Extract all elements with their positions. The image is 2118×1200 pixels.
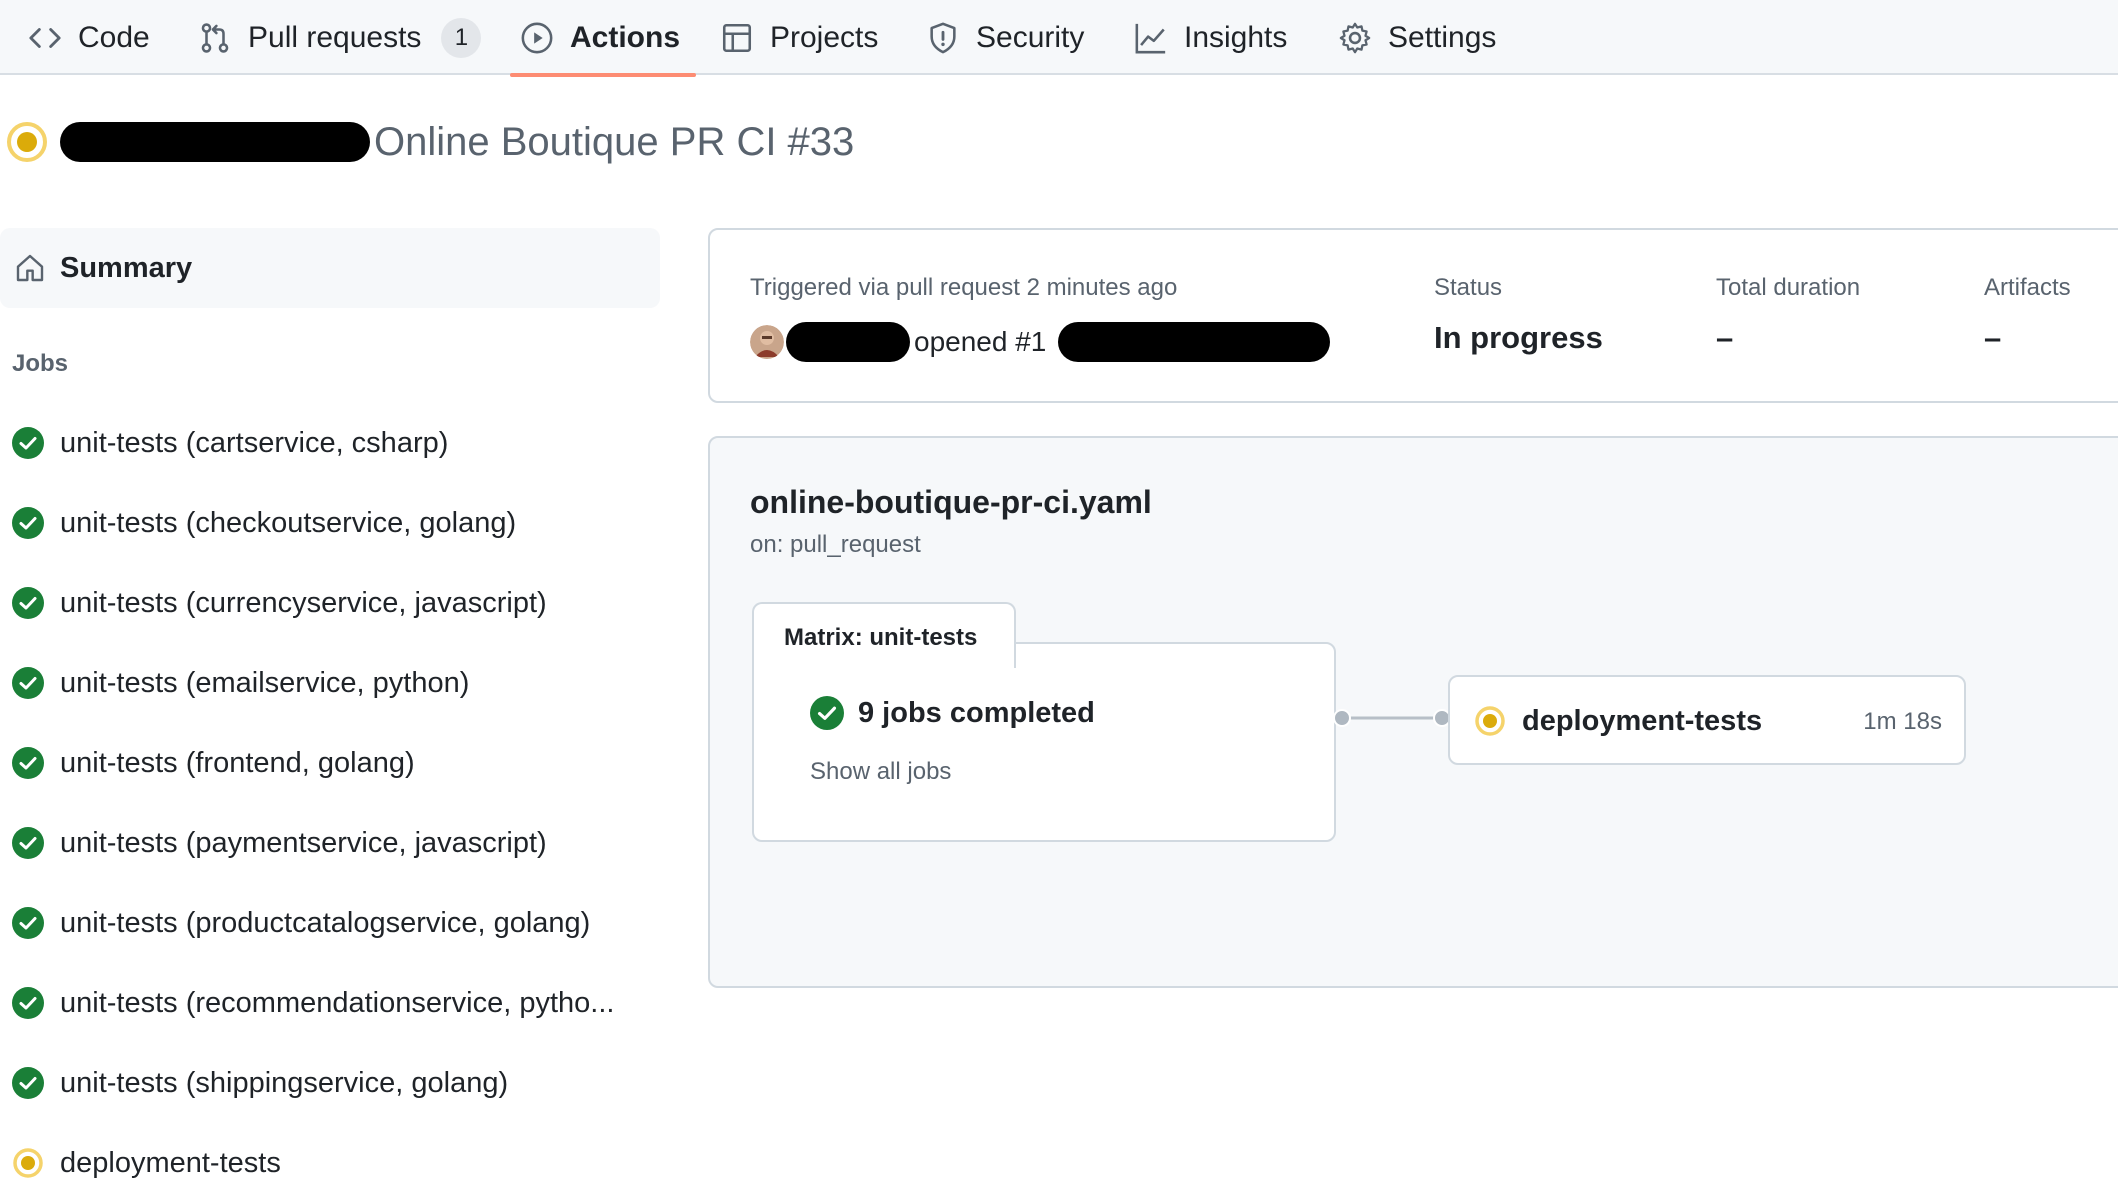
sidebar-job-label: unit-tests (shippingservice, golang) <box>60 1066 509 1099</box>
jobs-heading: Jobs <box>12 350 69 377</box>
in-progress-icon <box>7 122 47 162</box>
tab-insights-label: Insights <box>1184 20 1288 54</box>
tab-settings-label: Settings <box>1388 20 1497 54</box>
job-node-deployment-tests[interactable]: deployment-tests 1m 18s <box>1448 675 1966 765</box>
check-circle-icon <box>12 427 44 459</box>
graph-icon <box>1135 23 1166 53</box>
check-circle-icon <box>12 907 44 939</box>
sidebar-job[interactable]: deployment-tests <box>12 1141 281 1185</box>
tab-code[interactable]: Code <box>28 0 150 75</box>
artifacts-value: – <box>1984 320 2002 355</box>
git-pull-request-icon <box>201 22 229 53</box>
sidebar-job[interactable]: unit-tests (productcatalogservice, golan… <box>12 901 590 945</box>
sidebar-job-label: unit-tests (recommendationservice, pytho… <box>60 986 615 1019</box>
sidebar-job-label: unit-tests (checkoutservice, golang) <box>60 506 517 539</box>
run-summary-card: Triggered via pull request 2 minutes ago… <box>708 228 2118 403</box>
avatar[interactable] <box>750 325 784 359</box>
trigger-action: opened #1 <box>914 326 1047 357</box>
shield-icon <box>930 22 956 53</box>
artifacts-label: Artifacts <box>1984 274 2071 301</box>
check-circle-icon <box>12 827 44 859</box>
trigger-details: opened #1 <box>750 320 1331 364</box>
in-progress-icon <box>13 1148 43 1178</box>
redacted-username <box>786 322 910 362</box>
duration-label: Total duration <box>1716 274 1861 301</box>
status-value: In progress <box>1434 320 1603 355</box>
check-circle-icon <box>12 747 44 779</box>
status-label: Status <box>1434 274 1503 301</box>
tab-pull-requests[interactable]: Pull requests 1 <box>198 0 482 75</box>
sidebar-job-label: unit-tests (frontend, golang) <box>60 746 415 779</box>
sidebar-job[interactable]: unit-tests (currencyservice, javascript) <box>12 581 547 625</box>
tab-projects[interactable]: Projects <box>720 0 878 75</box>
check-circle-icon <box>12 587 44 619</box>
sidebar-job-label: unit-tests (currencyservice, javascript) <box>60 586 547 619</box>
tab-actions-label: Actions <box>570 20 681 54</box>
sidebar-job-label: deployment-tests <box>60 1146 281 1179</box>
pull-requests-counter: 1 <box>441 17 482 58</box>
sidebar-job[interactable]: unit-tests (shippingservice, golang) <box>12 1061 508 1105</box>
workflow-trigger: on: pull_request <box>750 531 921 558</box>
matrix-job-group[interactable]: 9 jobs completed Show all jobs <box>752 642 1336 842</box>
sidebar-job-label: unit-tests (productcatalogservice, golan… <box>60 906 591 939</box>
check-circle-icon <box>12 1067 44 1099</box>
redacted-pr-title <box>1058 322 1331 362</box>
sidebar-job-label: unit-tests (paymentservice, javascript) <box>60 826 547 859</box>
job-connector <box>1333 709 1451 727</box>
table-icon <box>722 23 752 52</box>
check-circle-icon <box>12 507 44 539</box>
sidebar-job-label: unit-tests (cartservice, csharp) <box>60 426 449 459</box>
check-circle-icon <box>12 987 44 1019</box>
workflow-file-name[interactable]: online-boutique-pr-ci.yaml <box>750 484 1152 521</box>
sidebar-job-label: unit-tests (emailservice, python) <box>60 666 470 699</box>
sidebar-job[interactable]: unit-tests (checkoutservice, golang) <box>12 501 516 545</box>
sidebar-job[interactable]: unit-tests (cartservice, csharp) <box>12 421 448 465</box>
check-circle-icon <box>810 696 844 730</box>
tab-security-label: Security <box>976 20 1085 54</box>
sidebar-job[interactable]: unit-tests (recommendationservice, pytho… <box>12 981 614 1025</box>
show-all-jobs-link[interactable]: Show all jobs <box>810 758 951 786</box>
home-icon <box>16 254 44 282</box>
play-icon <box>521 22 553 53</box>
page-title: Online Boutique PR CI #33 <box>374 119 855 164</box>
tab-settings[interactable]: Settings <box>1338 0 1496 75</box>
run-header: Online Boutique PR CI #33 <box>6 116 854 168</box>
repo-nav: Code Pull requests 1 Actions Projects Se… <box>0 0 2118 77</box>
tab-pull-requests-label: Pull requests <box>248 20 422 54</box>
sidebar-job[interactable]: unit-tests (emailservice, python) <box>12 661 469 705</box>
sidebar-job[interactable]: unit-tests (frontend, golang) <box>12 741 415 785</box>
sidebar-summary-label: Summary <box>60 251 193 284</box>
job-node-duration: 1m 18s <box>1863 708 1942 735</box>
tab-security[interactable]: Security <box>926 0 1084 75</box>
matrix-status-text: 9 jobs completed <box>858 696 1095 729</box>
tab-actions[interactable]: Actions <box>509 0 697 77</box>
sidebar-job[interactable]: unit-tests (paymentservice, javascript) <box>12 821 547 865</box>
trigger-label: Triggered via pull request 2 minutes ago <box>750 274 1178 301</box>
matrix-label: Matrix: unit-tests <box>752 602 1016 668</box>
job-node-name: deployment-tests <box>1522 705 1763 737</box>
check-circle-icon <box>12 667 44 699</box>
code-icon <box>29 27 61 48</box>
in-progress-icon <box>1475 706 1505 736</box>
tab-projects-label: Projects <box>770 20 879 54</box>
tab-insights[interactable]: Insights <box>1134 0 1287 75</box>
gear-icon <box>1339 22 1371 53</box>
tab-code-label: Code <box>78 20 150 54</box>
sidebar-item-summary[interactable]: Summary <box>0 228 660 308</box>
redacted-branch <box>60 122 370 162</box>
workflow-graph: online-boutique-pr-ci.yaml on: pull_requ… <box>708 436 2118 988</box>
matrix-status: 9 jobs completed <box>810 696 1095 730</box>
duration-value: – <box>1716 320 1734 355</box>
